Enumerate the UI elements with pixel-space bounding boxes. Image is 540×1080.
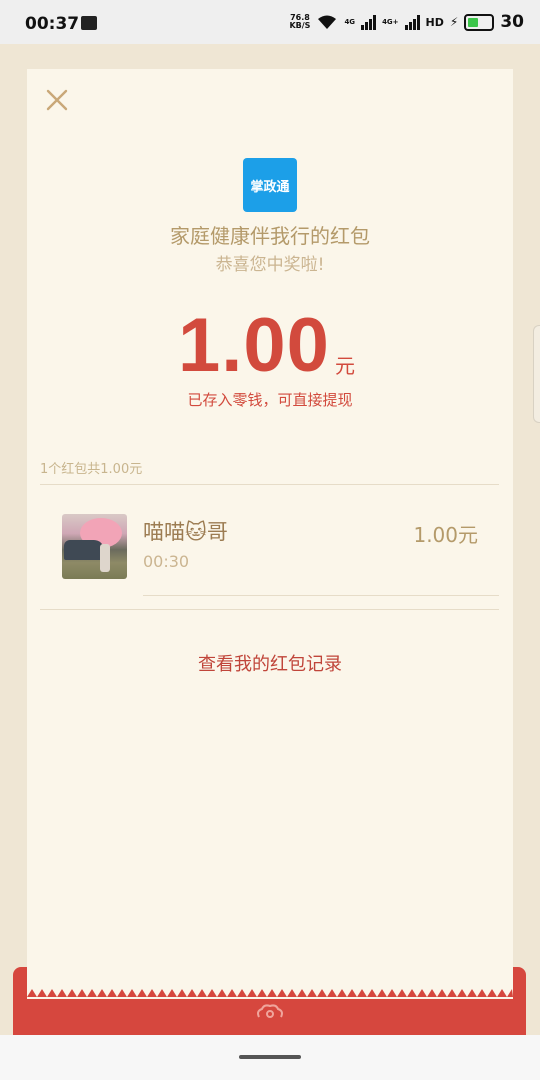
wifi-icon [318, 15, 337, 29]
speed-unit: KB/S [289, 21, 311, 30]
congrats-text: 恭喜您中奖啦! [215, 255, 325, 275]
network-4g-label: 4G [344, 18, 356, 26]
home-indicator[interactable] [239, 1055, 301, 1059]
network-speed: 76.8 KB/S [289, 14, 310, 30]
zigzag-edge [27, 989, 513, 997]
status-bar: 00:37 76.8 KB/S 4G 4G+ HD ⚡ 30 [0, 0, 540, 44]
packet-amount: 1.00 [178, 303, 330, 388]
auspicious-cloud-icon [257, 1004, 283, 1018]
summary-divider [40, 484, 499, 485]
view-records-link[interactable]: 查看我的红包记录 [0, 650, 540, 676]
saved-note: 已存入零钱，可直接提现 [187, 391, 353, 409]
signal-icon-2 [404, 14, 420, 30]
status-icons: 76.8 KB/S 4G 4G+ HD ⚡ 30 [289, 12, 524, 32]
recipient-time: 00:30 [143, 552, 190, 571]
recipient-nickname: 喵喵🐱哥 [143, 520, 228, 544]
signal-icon [361, 14, 377, 30]
app-logo: 掌政通 [243, 158, 297, 212]
amount-unit: 元 [335, 354, 355, 378]
network-4g-plus-label: 4G+ [382, 18, 399, 26]
recipient-amount: 1.00元 [413, 523, 478, 547]
list-bottom-divider [40, 609, 499, 610]
close-icon[interactable] [45, 88, 69, 112]
charging-icon: ⚡ [449, 15, 459, 29]
row-divider [143, 595, 499, 596]
hd-badge: HD [425, 15, 444, 29]
packet-summary: 1个红包共1.00元 [40, 462, 143, 477]
avatar [62, 514, 127, 579]
notification-icon [81, 16, 97, 30]
battery-icon [464, 13, 495, 31]
sender-title: 家庭健康伴我行的红包 [170, 224, 370, 248]
app-logo-text: 掌政通 [250, 179, 290, 195]
battery-level: 30 [500, 12, 524, 32]
status-time: 00:37 [25, 14, 80, 34]
